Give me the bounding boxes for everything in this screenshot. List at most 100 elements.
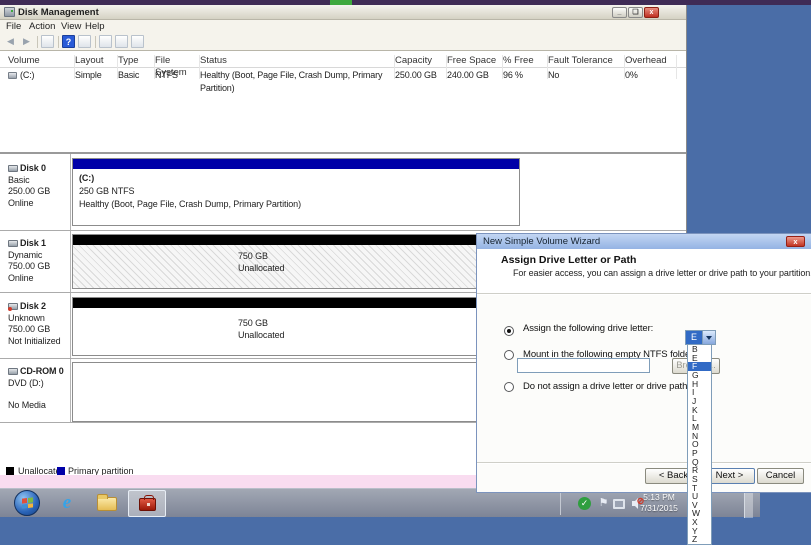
- disk2-label[interactable]: Disk 2 Unknown 750.00 GB Not Initialized: [8, 301, 68, 346]
- footer-separator: [477, 462, 811, 463]
- disk-kind: DVD (D:): [8, 378, 68, 388]
- disk0-label[interactable]: Disk 0 Basic 250.00 GB Online: [8, 163, 68, 208]
- menu-view[interactable]: View: [61, 21, 81, 32]
- disk-status: Not Initialized: [8, 336, 68, 346]
- pane-splitter[interactable]: [0, 152, 686, 154]
- wizard-header: Assign Drive Letter or Path For easier a…: [477, 249, 811, 294]
- table-row[interactable]: (C:) Simple Basic NTFS Healthy (Boot, Pa…: [0, 69, 686, 82]
- properties-icon[interactable]: [115, 35, 128, 48]
- mount-path-input[interactable]: [517, 358, 650, 373]
- disk-name: Disk 1: [8, 238, 68, 248]
- new-simple-volume-wizard-dialog: New Simple Volume Wizard x Assign Drive …: [476, 233, 811, 493]
- partition-size: 750 GB: [238, 318, 268, 328]
- disk-management-icon: [4, 7, 15, 17]
- restore-button[interactable]: ❏: [628, 7, 643, 18]
- action-center-flag-icon[interactable]: ⚑: [597, 497, 610, 510]
- row-separator: [0, 230, 686, 231]
- start-button[interactable]: [14, 490, 40, 516]
- dialog-title-bar[interactable]: New Simple Volume Wizard x: [477, 234, 811, 249]
- tray-clock[interactable]: 5:13 PM 7/31/2015: [630, 492, 688, 514]
- drive-letter-combobox[interactable]: E: [685, 330, 716, 345]
- disk-icon: [8, 165, 18, 172]
- assign-letter-label: Assign the following drive letter:: [523, 324, 663, 335]
- menu-file[interactable]: File: [6, 21, 21, 32]
- disk-management-taskbar-button[interactable]: [128, 490, 166, 517]
- disk-label-divider: [70, 154, 71, 422]
- show-action-pane-icon[interactable]: [78, 35, 91, 48]
- cell-fault-tolerance: No: [548, 69, 625, 95]
- close-button[interactable]: x: [644, 7, 659, 18]
- toolbar-separator: [95, 36, 96, 48]
- menu-help[interactable]: Help: [85, 21, 105, 32]
- cell-status: Healthy (Boot, Page File, Crash Dump, Pr…: [200, 69, 395, 95]
- ie-icon: e: [63, 492, 71, 513]
- primary-partition-legend-swatch: [57, 467, 65, 475]
- folder-icon: [97, 497, 117, 511]
- no-letter-radio[interactable]: [504, 382, 514, 392]
- disk-icon: [8, 240, 18, 247]
- primary-partition-bar: [73, 159, 519, 169]
- disk-size: 750.00 GB: [8, 324, 68, 334]
- file-explorer-taskbar-icon[interactable]: [92, 491, 122, 516]
- menu-bar: File Action View Help: [0, 20, 686, 33]
- forward-icon[interactable]: ▶: [20, 35, 33, 48]
- network-icon[interactable]: [613, 499, 625, 509]
- volume-icon: [8, 72, 17, 79]
- disk1-label[interactable]: Disk 1 Dynamic 750.00 GB Online: [8, 238, 68, 283]
- header-separator: [477, 293, 811, 294]
- combo-dropdown-arrow-icon[interactable]: [702, 331, 715, 344]
- partition-size: 750 GB: [238, 251, 268, 261]
- cell-overhead: 0%: [625, 69, 677, 95]
- minimize-button[interactable]: _: [612, 7, 627, 18]
- windows-logo-icon: [22, 497, 33, 508]
- disk-name: Disk 2: [8, 301, 68, 311]
- disk-kind: Basic: [8, 175, 68, 185]
- clock-time: 5:13 PM: [630, 492, 688, 503]
- show-desktop-button[interactable]: [744, 489, 753, 518]
- dialog-close-button[interactable]: x: [786, 236, 805, 247]
- menu-action[interactable]: Action: [29, 21, 55, 32]
- partition-status: Healthy (Boot, Page File, Crash Dump, Pr…: [79, 199, 301, 209]
- refresh-icon[interactable]: [99, 35, 112, 48]
- back-icon[interactable]: ◀: [4, 35, 17, 48]
- assign-letter-radio[interactable]: [504, 326, 514, 336]
- cdrom-label[interactable]: CD-ROM 0 DVD (D:) No Media: [8, 366, 68, 410]
- cancel-button[interactable]: Cancel: [757, 468, 804, 484]
- window-title: Disk Management: [18, 7, 99, 18]
- tray-separator: [560, 492, 561, 515]
- security-shield-icon[interactable]: ✓: [578, 497, 591, 510]
- no-letter-label: Do not assign a drive letter or drive pa…: [523, 382, 763, 393]
- disk-size: 750.00 GB: [8, 261, 68, 271]
- partition-status: Unallocated: [238, 330, 284, 340]
- partition-title: (C:): [79, 173, 94, 183]
- disk-kind: Dynamic: [8, 250, 68, 260]
- cell-pct-free: 96 %: [503, 69, 548, 95]
- cell-free-space: 240.00 GB: [447, 69, 503, 95]
- selected-drive-letter: E: [686, 331, 702, 344]
- cell-volume: (C:): [8, 69, 75, 95]
- disk-name: Disk 0: [8, 163, 68, 173]
- disk0-partition[interactable]: (C:) 250 GB NTFS Healthy (Boot, Page Fil…: [72, 158, 520, 226]
- disk-kind: Unknown: [8, 313, 68, 323]
- cell-type: Basic: [118, 69, 155, 95]
- cell-file-system: NTFS: [155, 69, 200, 95]
- help-icon[interactable]: ?: [62, 35, 75, 48]
- toolbar: ◀ ▶ ?: [0, 33, 686, 51]
- mount-folder-radio[interactable]: [504, 350, 514, 360]
- drive-letter-option[interactable]: Z: [688, 535, 711, 544]
- partition-status: Unallocated: [238, 263, 284, 273]
- title-bar[interactable]: Disk Management _ ❏ x: [0, 5, 686, 20]
- volume-table-header: Volume Layout Type File System Status Ca…: [0, 55, 686, 68]
- clock-date: 7/31/2015: [630, 503, 688, 514]
- disk-size: 250.00 GB: [8, 186, 68, 196]
- toolbox-icon: [139, 498, 156, 511]
- disk-status: Online: [8, 273, 68, 283]
- internet-explorer-taskbar-icon[interactable]: e: [52, 491, 82, 516]
- show-console-tree-icon[interactable]: [41, 35, 54, 48]
- disk-error-icon: [8, 303, 18, 310]
- drive-letter-list[interactable]: BEFGHIJKLMNOPQRSTUVWXYZ: [687, 344, 712, 545]
- rescan-disks-icon[interactable]: [131, 35, 144, 48]
- disk-status: Online: [8, 198, 68, 208]
- desktop: Disk Management _ ❏ x File Action View H…: [0, 0, 811, 545]
- toolbar-separator: [37, 36, 38, 48]
